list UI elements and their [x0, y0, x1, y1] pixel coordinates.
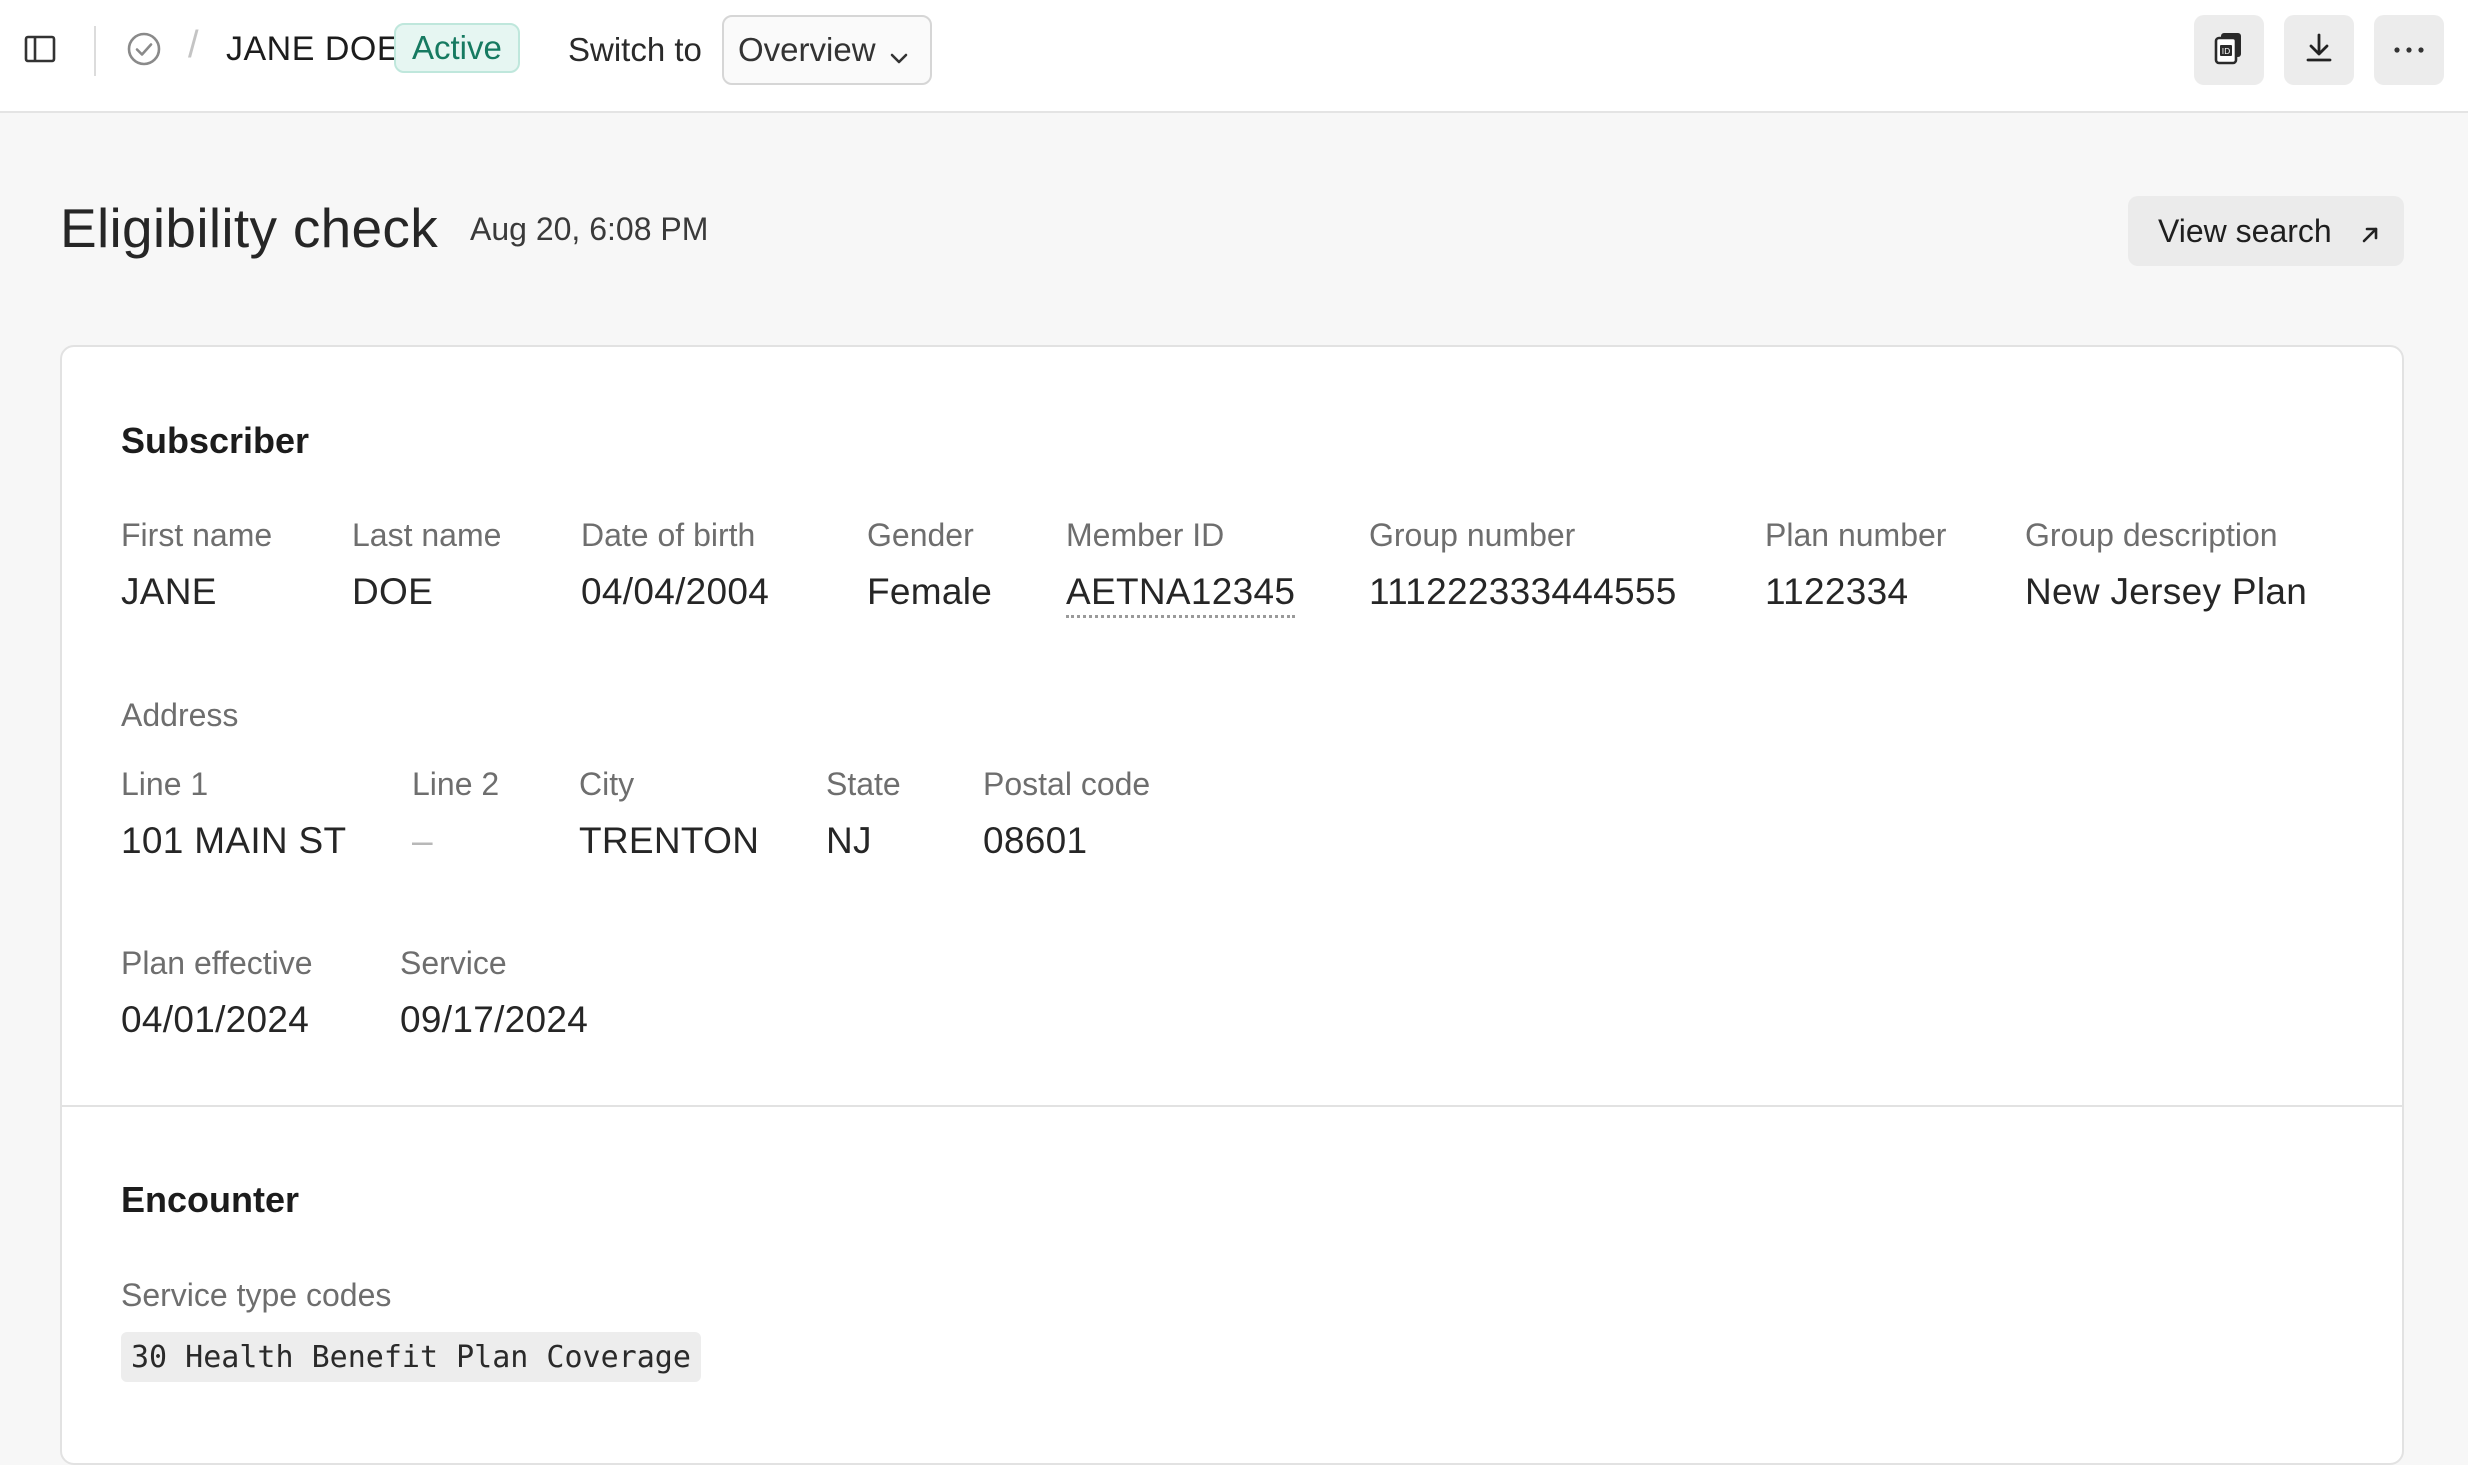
download-button[interactable]	[2284, 15, 2354, 85]
breadcrumb-separator: /	[188, 24, 199, 66]
plan-number-label: Plan number	[1765, 517, 1947, 553]
first-name-label: First name	[121, 517, 273, 553]
service-type-codes-label: Service type codes	[121, 1277, 392, 1313]
date-of-birth-value: 04/04/2004	[581, 571, 770, 612]
view-switch-select[interactable]: Overview	[722, 15, 932, 85]
member-id-label: Member ID	[1066, 517, 1225, 553]
page-timestamp: Aug 20, 6:08 PM	[470, 211, 709, 247]
encounter-section-title: Encounter	[121, 1179, 300, 1220]
member-id-value[interactable]: AETNA12345	[1066, 571, 1296, 618]
section-divider	[62, 1105, 2402, 1107]
svg-text:ID: ID	[2222, 47, 2231, 56]
view-search-button[interactable]: View search	[2128, 196, 2404, 266]
sidebar-toggle-icon[interactable]	[20, 29, 60, 69]
group-description-label: Group description	[2025, 517, 2278, 553]
last-name-value: DOE	[352, 571, 434, 612]
city-label: City	[579, 766, 635, 802]
service-type-code-chip: 30 Health Benefit Plan Coverage	[121, 1332, 701, 1382]
id-card-icon: ID	[2214, 31, 2244, 70]
switch-to-label: Switch to	[568, 31, 702, 68]
id-card-button[interactable]: ID	[2194, 15, 2264, 85]
patient-name: JANE DOE	[226, 30, 401, 68]
more-options-button[interactable]	[2374, 15, 2444, 85]
subscriber-section-title: Subscriber	[121, 420, 310, 461]
first-name-value: JANE	[121, 571, 217, 612]
last-name-label: Last name	[352, 517, 502, 553]
view-search-label: View search	[2158, 212, 2332, 249]
topbar-divider	[94, 26, 96, 76]
chevron-down-icon	[888, 39, 910, 77]
top-bar: / JANE DOE Active Switch to Overview ID	[0, 0, 2468, 113]
page-title: Eligibility check	[60, 197, 439, 259]
service-date-label: Service	[400, 945, 507, 981]
status-badge: Active	[394, 23, 520, 73]
plan-effective-value: 04/01/2024	[121, 999, 310, 1040]
plan-effective-label: Plan effective	[121, 945, 313, 981]
check-circle-icon[interactable]	[124, 29, 164, 69]
arrow-up-right-icon	[2358, 218, 2382, 255]
postal-code-value: 08601	[983, 820, 1088, 861]
service-date-value: 09/17/2024	[400, 999, 589, 1040]
view-switch-value: Overview	[738, 31, 876, 68]
plan-number-value: 1122334	[1765, 571, 1909, 612]
city-value: TRENTON	[579, 820, 760, 861]
address-line2-value: –	[412, 820, 433, 861]
group-number-label: Group number	[1369, 517, 1576, 553]
group-description-value: New Jersey Plan	[2025, 571, 2308, 612]
state-label: State	[826, 766, 901, 802]
eligibility-card: Subscriber First name JANE Last name DOE…	[60, 345, 2404, 1465]
address-heading: Address	[121, 697, 239, 733]
gender-label: Gender	[867, 517, 974, 553]
address-line2-label: Line 2	[412, 766, 500, 802]
address-line1-value: 101 MAIN ST	[121, 820, 347, 861]
date-of-birth-label: Date of birth	[581, 517, 756, 553]
download-icon	[2304, 32, 2334, 69]
state-value: NJ	[826, 820, 872, 861]
group-number-value: 111222333444555	[1369, 571, 1677, 612]
more-icon	[2393, 41, 2425, 59]
gender-value: Female	[867, 571, 993, 612]
postal-code-label: Postal code	[983, 766, 1151, 802]
address-line1-label: Line 1	[121, 766, 209, 802]
